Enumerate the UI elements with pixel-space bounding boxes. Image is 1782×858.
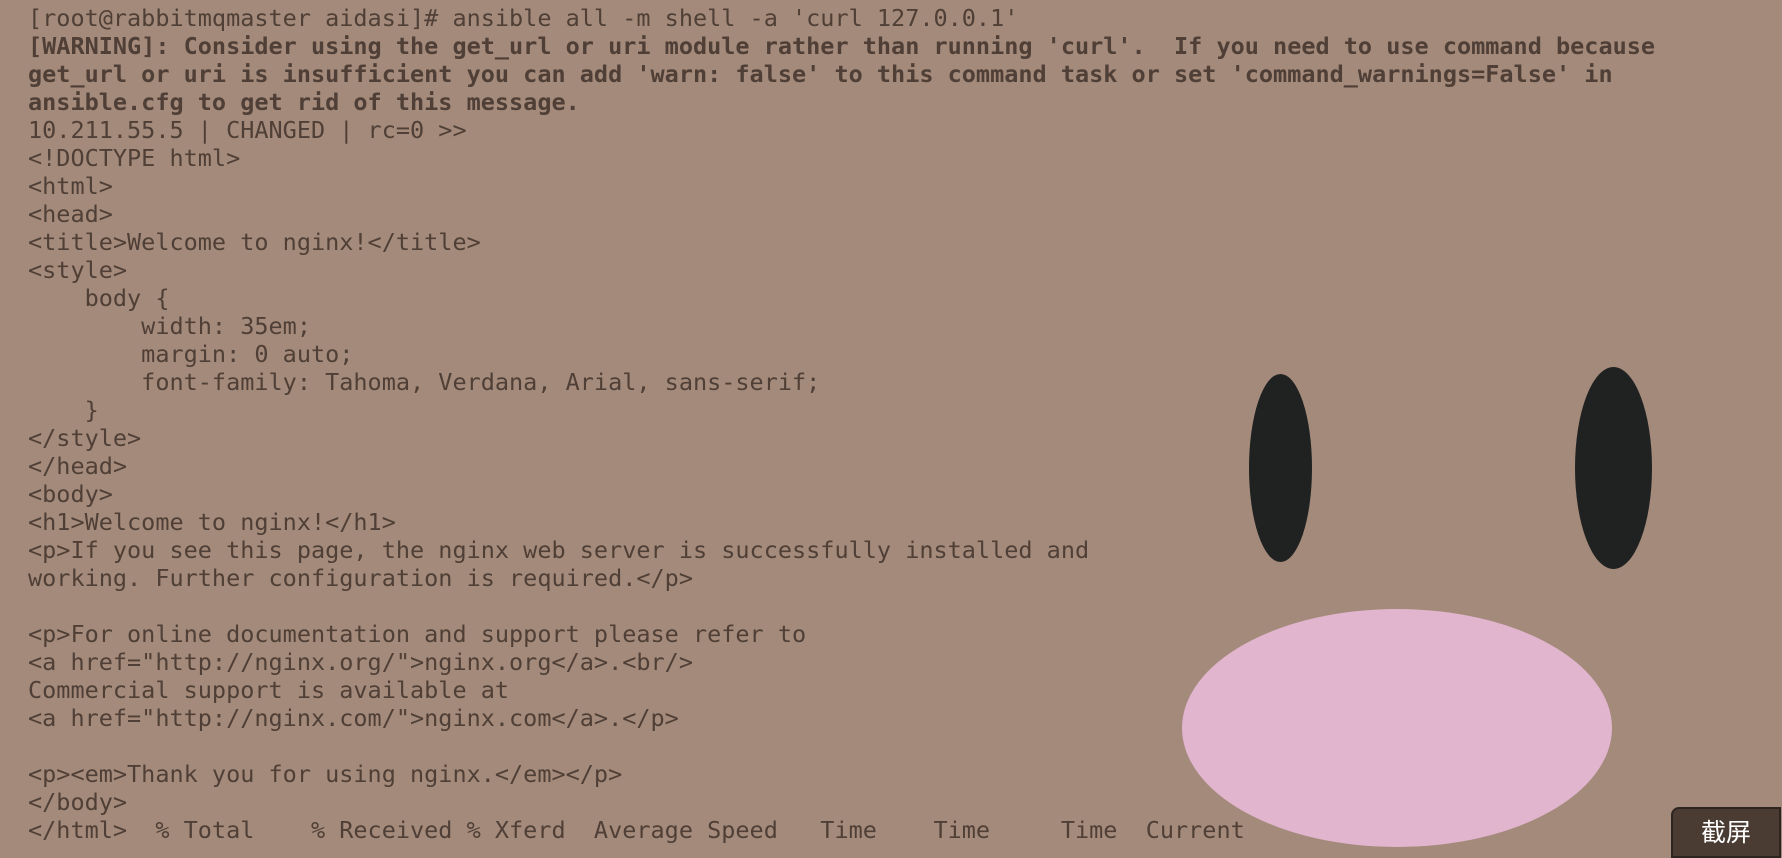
terminal-line: <html>: [28, 172, 113, 200]
terminal-line: <a href="http://nginx.org/">nginx.org</a…: [28, 648, 693, 676]
terminal-line: body {: [28, 284, 170, 312]
terminal-line: </body>: [28, 788, 128, 816]
terminal-line: <h1>Welcome to nginx!</h1>: [28, 508, 396, 536]
terminal-line: <p><em>Thank you for using nginx.</em></…: [28, 760, 623, 788]
terminal-line: <body>: [28, 480, 113, 508]
terminal-line: <!DOCTYPE html>: [28, 144, 241, 172]
terminal-window[interactable]: [root@rabbitmqmaster aidasi]# ansible al…: [0, 0, 1782, 858]
terminal-line: [WARNING]: Consider using the get_url or…: [28, 32, 1656, 60]
terminal-line: get_url or uri is insufficient you can a…: [28, 60, 1613, 88]
terminal-line: </html> % Total % Received % Xferd Avera…: [28, 816, 1245, 844]
terminal-line: 10.211.55.5 | CHANGED | rc=0 >>: [28, 116, 467, 144]
terminal-line: </head>: [28, 452, 128, 480]
terminal-line: width: 35em;: [28, 312, 311, 340]
terminal-line: ansible.cfg to get rid of this message.: [28, 88, 580, 116]
terminal-line: <p>For online documentation and support …: [28, 620, 807, 648]
terminal-line: Commercial support is available at: [28, 676, 510, 704]
terminal-line: <style>: [28, 256, 128, 284]
terminal-line: font-family: Tahoma, Verdana, Arial, san…: [28, 368, 821, 396]
terminal-output: [root@rabbitmqmaster aidasi]# ansible al…: [28, 4, 1655, 844]
screenshot-button[interactable]: 截屏: [1671, 807, 1781, 858]
terminal-line: </style>: [28, 424, 142, 452]
terminal-line: working. Further configuration is requir…: [28, 564, 693, 592]
terminal-line: [root@rabbitmqmaster aidasi]# ansible al…: [28, 4, 1019, 32]
terminal-line: <head>: [28, 200, 113, 228]
terminal-line: margin: 0 auto;: [28, 340, 354, 368]
terminal-line: }: [28, 396, 99, 424]
terminal-line: <a href="http://nginx.com/">nginx.com</a…: [28, 704, 679, 732]
terminal-line: <title>Welcome to nginx!</title>: [28, 228, 481, 256]
terminal-line: <p>If you see this page, the nginx web s…: [28, 536, 1090, 564]
